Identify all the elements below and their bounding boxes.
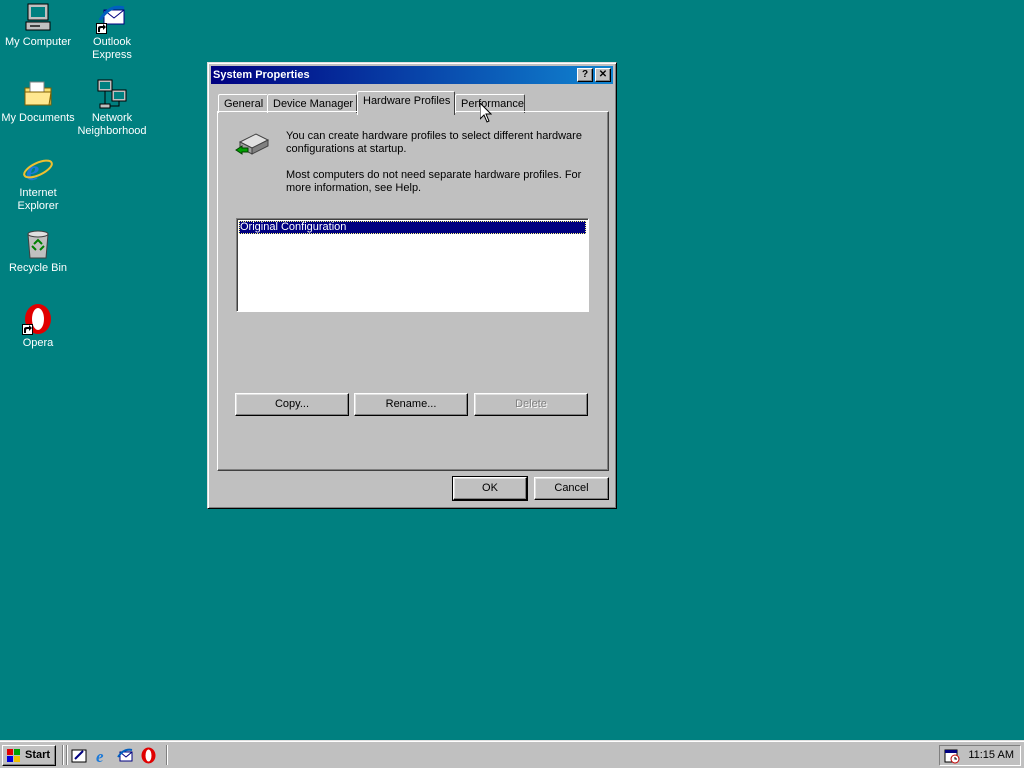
desktop-icon-label: Internet Explorer — [17, 187, 59, 212]
rename-button[interactable]: Rename... — [354, 393, 468, 416]
description-text-2: Most computers do not need separate hard… — [286, 169, 582, 194]
window-titlebar[interactable]: System Properties ? ✕ — [211, 66, 613, 84]
desktop-icon-opera[interactable]: Opera — [0, 303, 76, 350]
svg-text:e: e — [96, 747, 104, 764]
desktop-icon-network-neighborhood[interactable]: Network Neighborhood — [74, 78, 150, 138]
desktop-icon-label: Outlook Express — [92, 36, 132, 61]
desktop-icon-label: Opera — [22, 337, 54, 349]
start-button[interactable]: Start — [2, 745, 56, 766]
network-neighborhood-icon — [96, 78, 128, 110]
desktop-icon-label: Network Neighborhood — [77, 112, 147, 137]
show-desktop-icon[interactable] — [71, 747, 88, 764]
system-tray: 11:15 AM — [939, 745, 1021, 766]
delete-button[interactable]: Delete — [474, 393, 588, 416]
copy-button[interactable]: Copy... — [235, 393, 349, 416]
desktop-icon-internet-explorer[interactable]: e Internet Explorer — [0, 153, 76, 213]
mouse-cursor-icon — [479, 101, 493, 123]
clock[interactable]: 11:15 AM — [968, 749, 1014, 761]
hardware-profile-icon — [234, 128, 270, 158]
shortcut-arrow-icon — [96, 23, 107, 34]
my-computer-icon — [22, 2, 54, 34]
taskbar: Start e 11:15 AM — [0, 740, 1024, 768]
description-text-1: You can create hardware profiles to sele… — [286, 130, 582, 155]
desktop-icon-outlook-express[interactable]: Outlook Express — [74, 2, 150, 62]
window-title: System Properties — [213, 69, 310, 81]
desktop-icon-recycle-bin[interactable]: Recycle Bin — [0, 228, 76, 275]
cancel-button[interactable]: Cancel — [534, 477, 609, 500]
tab-hardware-profiles[interactable]: Hardware Profiles — [357, 91, 455, 115]
desktop-icon-my-documents[interactable]: My Documents — [0, 78, 76, 125]
my-documents-icon — [22, 78, 54, 110]
outlook-express-icon — [96, 2, 128, 34]
desktop-icon-label: My Computer — [4, 36, 72, 48]
system-properties-window: System Properties ? ✕ General Device Man… — [207, 62, 617, 509]
taskbar-separator — [166, 745, 168, 765]
help-button[interactable]: ? — [577, 68, 593, 82]
internet-explorer-icon[interactable]: e — [94, 747, 111, 766]
recycle-bin-icon — [22, 228, 54, 260]
shortcut-arrow-icon — [22, 324, 33, 335]
desktop-icon-label: My Documents — [1, 112, 75, 124]
list-item[interactable]: Original Configuration — [239, 221, 586, 234]
help-icon: ? — [581, 69, 589, 80]
close-icon: ✕ — [598, 69, 608, 80]
taskbar-separator — [66, 745, 68, 765]
opera-icon — [22, 303, 54, 335]
desktop-icon-label: Recycle Bin — [8, 262, 68, 274]
taskbar-separator — [62, 745, 64, 765]
desktop-icon-my-computer[interactable]: My Computer — [0, 2, 76, 49]
start-label: Start — [25, 749, 51, 761]
hardware-profiles-list[interactable]: Original Configuration — [236, 218, 589, 312]
outlook-express-icon[interactable] — [117, 747, 134, 764]
scheduler-icon[interactable] — [944, 748, 960, 767]
ok-button[interactable]: OK — [452, 476, 528, 501]
close-button[interactable]: ✕ — [595, 68, 611, 82]
opera-icon[interactable] — [140, 747, 157, 764]
windows-logo-icon — [6, 748, 22, 768]
internet-explorer-icon: e — [22, 153, 54, 187]
hardware-profiles-panel: You can create hardware profiles to sele… — [217, 111, 609, 471]
